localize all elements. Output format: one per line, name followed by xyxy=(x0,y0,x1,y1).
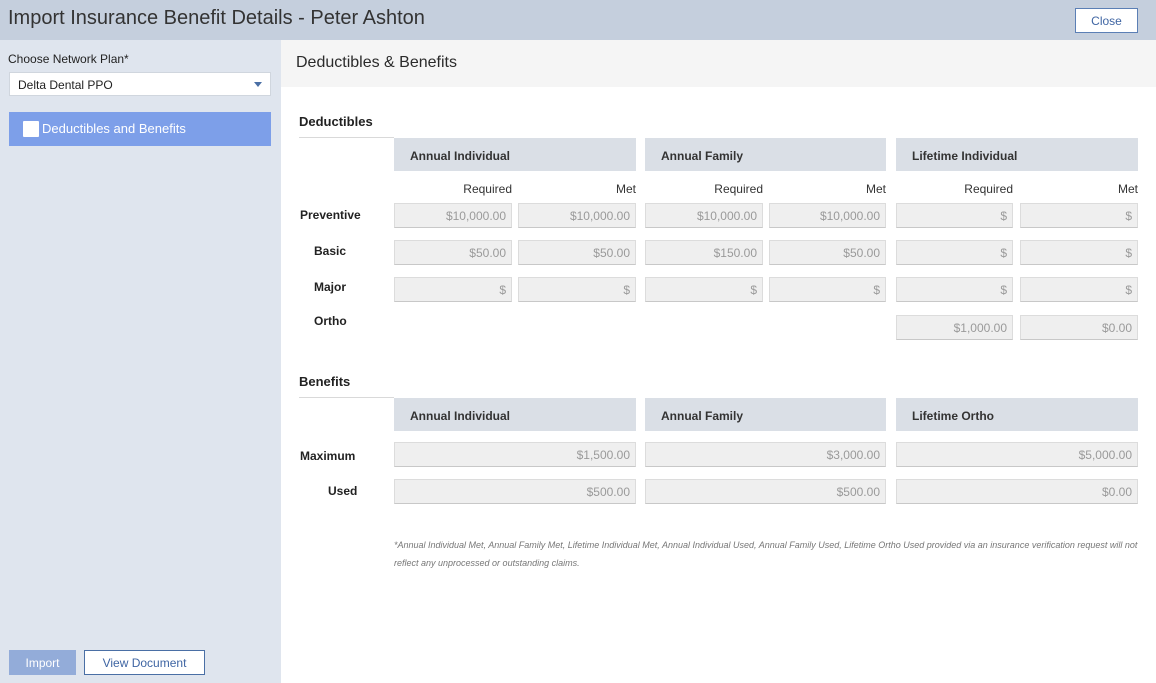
column-header: Lifetime Individual xyxy=(896,138,1138,171)
window-header: Import Insurance Benefit Details - Peter… xyxy=(0,0,1156,40)
column-header: Annual Individual xyxy=(394,398,636,431)
met-label: Met xyxy=(615,182,636,196)
deductibles-title: Deductibles xyxy=(299,114,373,129)
row-label-ortho: Ortho xyxy=(314,314,347,328)
ortho-lifetime-individual-required-field[interactable]: $1,000.00 xyxy=(896,315,1013,340)
row-label-basic: Basic xyxy=(314,244,347,258)
used-annual-individual-field[interactable]: $500.00 xyxy=(394,479,636,504)
preventive-lifetime-individual-met-field[interactable]: $ xyxy=(1020,203,1138,228)
import-button[interactable]: Import xyxy=(9,650,76,675)
basic-annual-family-met-field[interactable]: $50.00 xyxy=(769,240,886,265)
sidebar-item-deductibles-and-benefits[interactable]: Deductibles and Benefits xyxy=(9,112,271,146)
network-plan-value: Delta Dental PPO xyxy=(18,78,113,92)
sidebar-item-label: Deductibles and Benefits xyxy=(42,121,186,136)
maximum-lifetime-ortho-field[interactable]: $5,000.00 xyxy=(896,442,1138,467)
preventive-annual-individual-met-field[interactable]: $10,000.00 xyxy=(518,203,636,228)
major-annual-family-required-field[interactable]: $ xyxy=(645,277,763,302)
used-lifetime-ortho-field[interactable]: $0.00 xyxy=(896,479,1138,504)
met-label: Met xyxy=(865,182,886,196)
preventive-annual-family-met-field[interactable]: $10,000.00 xyxy=(769,203,886,228)
used-annual-family-field[interactable]: $500.00 xyxy=(645,479,886,504)
required-label: Required xyxy=(964,182,1013,196)
basic-annual-individual-met-field[interactable]: $50.00 xyxy=(518,240,636,265)
maximum-annual-individual-field[interactable]: $1,500.00 xyxy=(394,442,636,467)
basic-lifetime-individual-met-field[interactable]: $ xyxy=(1020,240,1138,265)
page-title: Deductibles & Benefits xyxy=(296,54,457,71)
column-header-label: Annual Individual xyxy=(410,149,511,163)
row-label-major: Major xyxy=(314,280,347,294)
column-header-label: Annual Family xyxy=(661,409,744,423)
basic-lifetime-individual-required-field[interactable]: $ xyxy=(896,240,1013,265)
divider xyxy=(299,137,394,138)
major-annual-individual-met-field[interactable]: $ xyxy=(518,277,636,302)
divider xyxy=(299,397,394,398)
preventive-lifetime-individual-required-field[interactable]: $ xyxy=(896,203,1013,228)
window-title: Import Insurance Benefit Details - Peter… xyxy=(8,7,425,29)
row-label-used: Used xyxy=(328,484,358,498)
major-annual-family-met-field[interactable]: $ xyxy=(769,277,886,302)
footnote: *Annual Individual Met, Annual Family Me… xyxy=(394,540,1138,568)
preventive-annual-individual-required-field[interactable]: $10,000.00 xyxy=(394,203,512,228)
benefits-title: Benefits xyxy=(299,374,351,389)
required-label: Required xyxy=(714,182,763,196)
column-header-label: Lifetime Ortho xyxy=(912,409,995,423)
column-header-label: Annual Individual xyxy=(410,409,511,423)
major-annual-individual-required-field[interactable]: $ xyxy=(394,277,512,302)
network-plan-label: Choose Network Plan* xyxy=(8,52,129,66)
main-header: Deductibles & Benefits xyxy=(281,40,1156,87)
row-label-preventive: Preventive xyxy=(300,208,361,222)
column-header: Lifetime Ortho xyxy=(896,398,1138,431)
close-button[interactable]: Close xyxy=(1075,8,1138,33)
major-lifetime-individual-required-field[interactable]: $ xyxy=(896,277,1013,302)
column-header: Annual Individual xyxy=(394,138,636,171)
view-document-button[interactable]: View Document xyxy=(84,650,205,675)
column-header-label: Lifetime Individual xyxy=(912,149,1018,163)
met-label: Met xyxy=(1117,182,1138,196)
row-label-maximum: Maximum xyxy=(300,449,356,463)
basic-annual-family-required-field[interactable]: $150.00 xyxy=(645,240,763,265)
column-header: Annual Family xyxy=(645,138,886,171)
sidebar: Choose Network Plan* Delta Dental PPO De… xyxy=(0,40,281,683)
column-header-label: Annual Family xyxy=(661,149,744,163)
ortho-lifetime-individual-met-field[interactable]: $0.00 xyxy=(1020,315,1138,340)
network-plan-select[interactable]: Delta Dental PPO xyxy=(9,72,271,96)
maximum-annual-family-field[interactable]: $3,000.00 xyxy=(645,442,886,467)
required-label: Required xyxy=(463,182,512,196)
chevron-down-icon[interactable] xyxy=(254,82,262,87)
checkbox-icon[interactable] xyxy=(23,121,39,137)
preventive-annual-family-required-field[interactable]: $10,000.00 xyxy=(645,203,763,228)
major-lifetime-individual-met-field[interactable]: $ xyxy=(1020,277,1138,302)
basic-annual-individual-required-field[interactable]: $50.00 xyxy=(394,240,512,265)
column-header: Annual Family xyxy=(645,398,886,431)
